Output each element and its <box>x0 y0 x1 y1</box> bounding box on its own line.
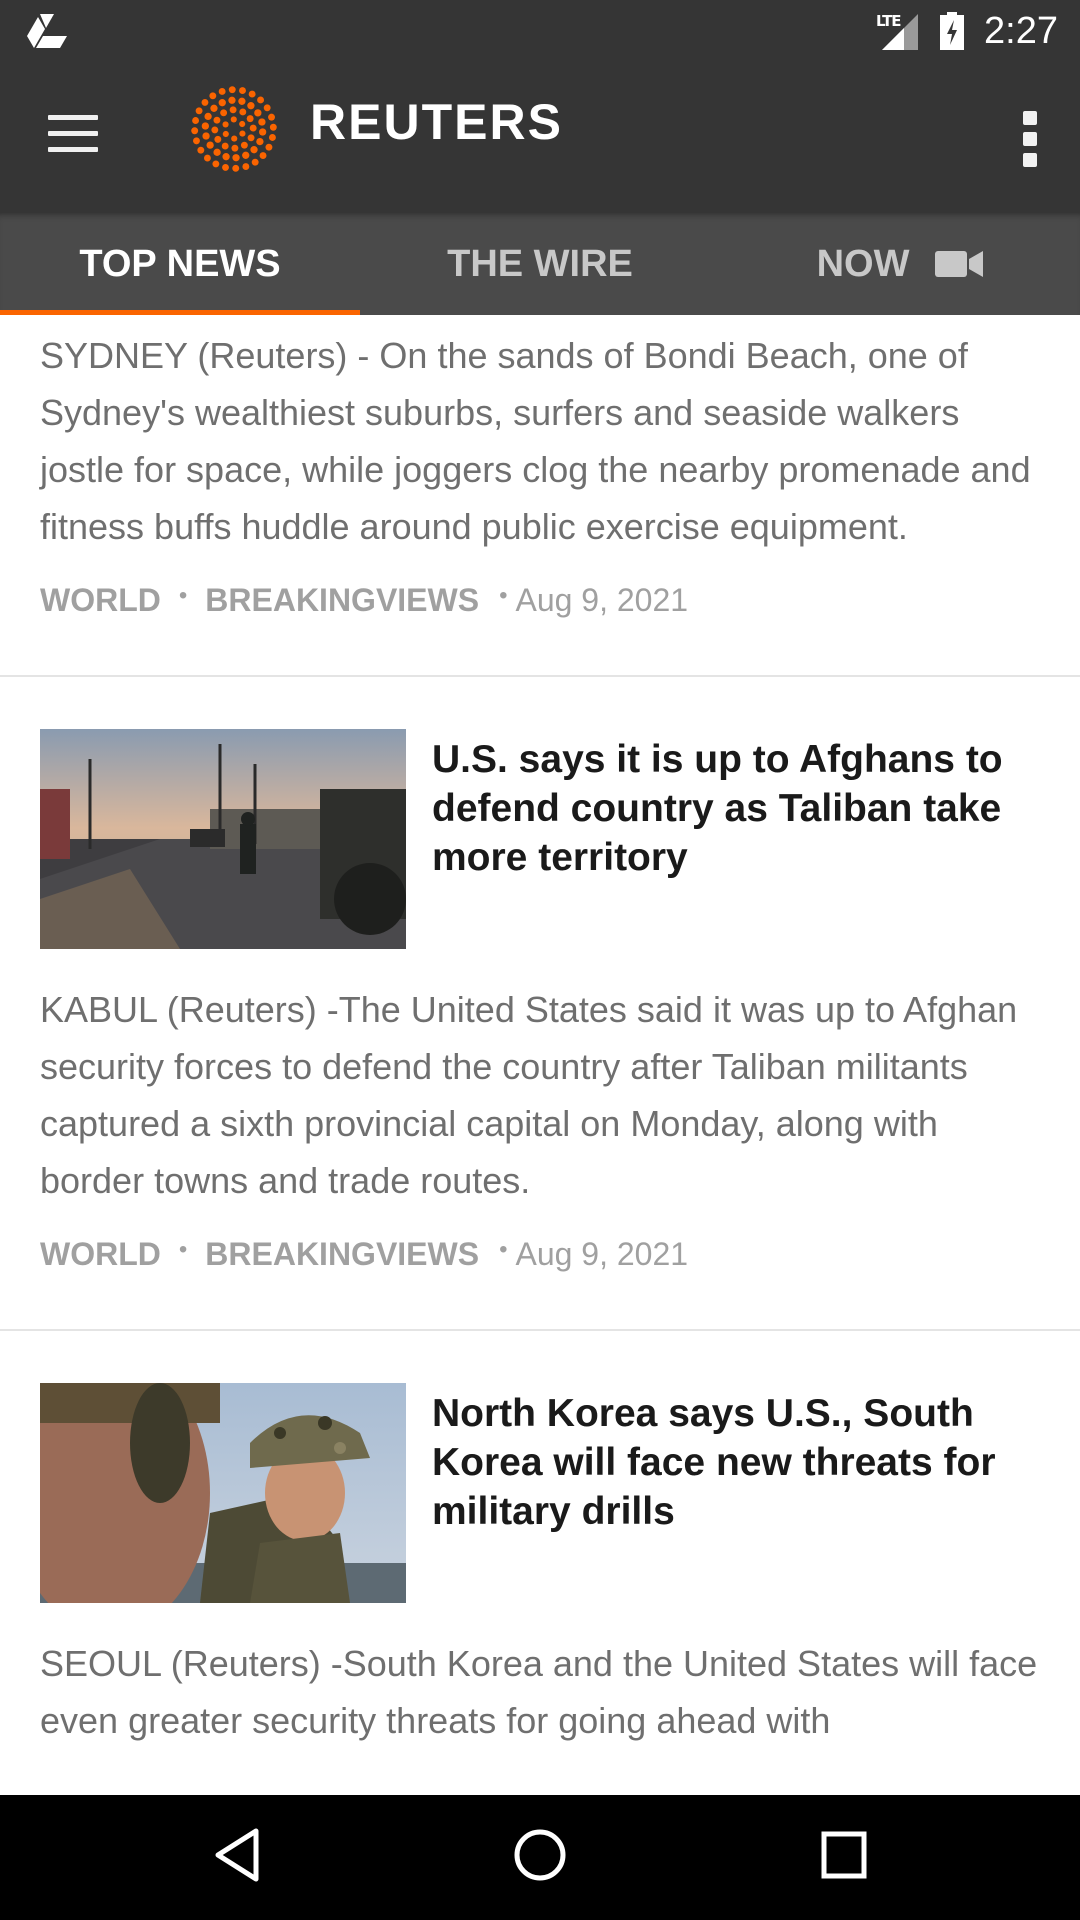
brand-name: REUTERS <box>310 94 563 150</box>
story-card[interactable]: U.S. says it is up to Afghans to defend … <box>0 677 1080 1329</box>
tab-top-news[interactable]: TOP NEWS <box>0 213 360 315</box>
story-headline[interactable]: North Korea says U.S., South Korea will … <box>432 1389 1040 1603</box>
separator-dot: • <box>178 582 188 609</box>
news-feed[interactable]: SYDNEY (Reuters) - On the sands of Bondi… <box>0 315 1080 1795</box>
separator-dot: • <box>499 582 508 609</box>
story-date: Aug 9, 2021 <box>515 1235 689 1272</box>
story-date: Aug 9, 2021 <box>515 581 689 618</box>
story-summary: SYDNEY (Reuters) - On the sands of Bondi… <box>40 335 1031 547</box>
recents-icon[interactable] <box>820 1827 868 1883</box>
tab-bar: TOP NEWS THE WIRE NOW <box>0 213 1080 315</box>
story-headline[interactable]: U.S. says it is up to Afghans to defend … <box>432 735 1040 949</box>
separator-dot: • <box>499 1236 508 1263</box>
story-card[interactable]: SYDNEY (Reuters) - On the sands of Bondi… <box>0 315 1080 675</box>
app-bar: REUTERS <box>0 63 1080 213</box>
drive-icon <box>27 14 67 48</box>
signal-icon <box>882 14 918 50</box>
status-bar: LTE 2:27 <box>0 0 1080 63</box>
tab-now[interactable]: NOW <box>720 213 1080 315</box>
story-section[interactable]: BREAKINGVIEWS <box>205 582 479 619</box>
battery-charging-icon <box>940 12 964 50</box>
story-category[interactable]: WORLD <box>40 582 161 619</box>
tab-label: NOW <box>816 242 910 285</box>
overflow-menu-icon[interactable] <box>1018 111 1042 167</box>
video-icon <box>935 251 984 277</box>
system-nav-bar <box>0 1795 1080 1920</box>
menu-icon[interactable] <box>48 115 100 155</box>
story-category[interactable]: WORLD <box>40 1236 161 1273</box>
tab-label: THE WIRE <box>447 242 633 285</box>
back-icon[interactable] <box>212 1827 262 1883</box>
story-section[interactable]: BREAKINGVIEWS <box>205 1236 479 1273</box>
separator-dot: • <box>178 1236 188 1263</box>
clock: 2:27 <box>984 10 1058 52</box>
tab-label: TOP NEWS <box>79 242 281 285</box>
story-meta: WORLD • BREAKINGVIEWS • Aug 9, 2021 <box>0 1229 1080 1279</box>
story-summary: KABUL (Reuters) -The United States said … <box>40 989 1018 1201</box>
tab-the-wire[interactable]: THE WIRE <box>360 213 720 315</box>
story-thumbnail[interactable] <box>40 729 406 949</box>
story-meta: WORLD • BREAKINGVIEWS • Aug 9, 2021 <box>0 575 1080 625</box>
reuters-logo-icon <box>191 86 277 172</box>
story-card[interactable]: North Korea says U.S., South Korea will … <box>0 1331 1080 1749</box>
home-icon[interactable] <box>513 1827 567 1883</box>
story-thumbnail[interactable] <box>40 1383 406 1603</box>
story-summary: SEOUL (Reuters) -South Korea and the Uni… <box>40 1643 1038 1741</box>
